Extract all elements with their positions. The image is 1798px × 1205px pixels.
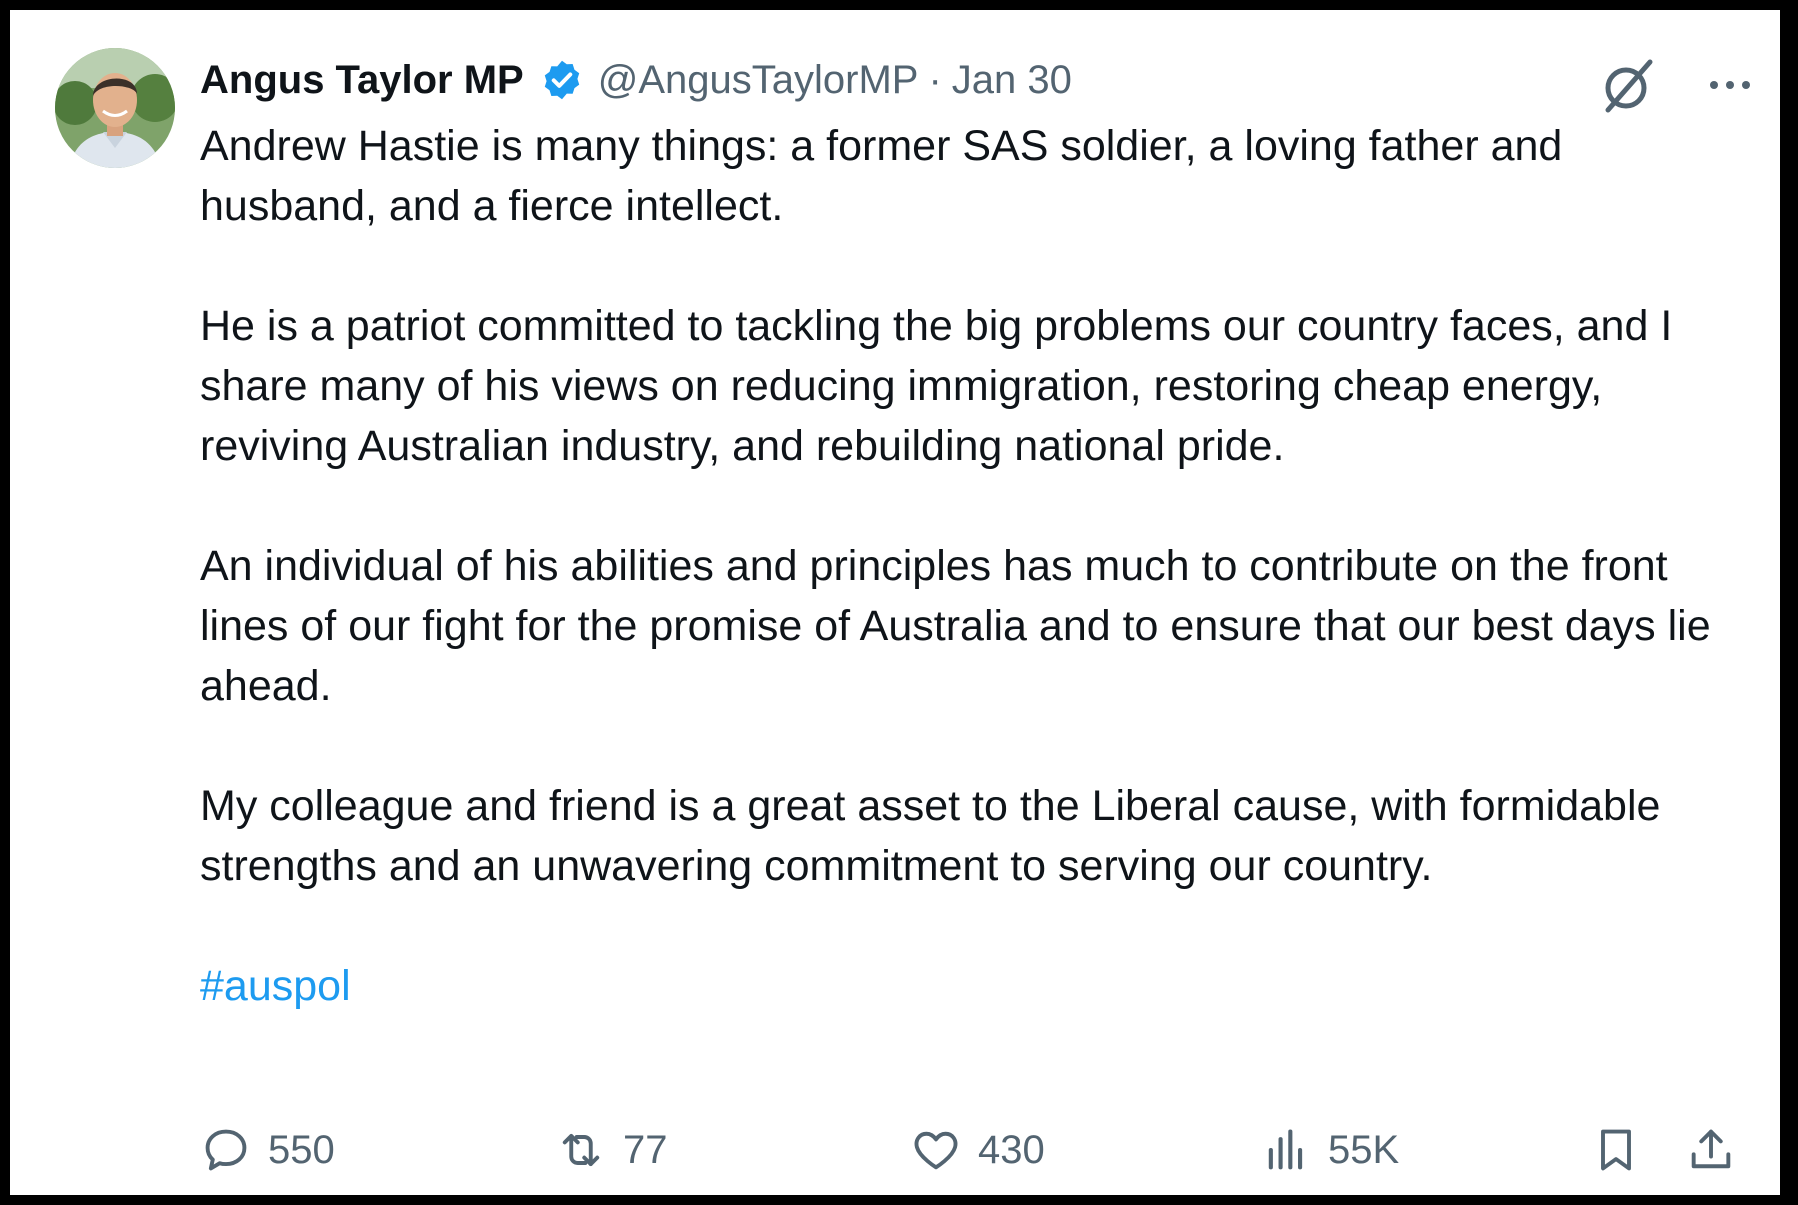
action-bar: 550 77 430 55K (200, 1115, 1760, 1185)
like-button[interactable]: 430 (910, 1115, 1045, 1185)
share-button[interactable] (1685, 1115, 1737, 1185)
reply-icon (205, 1129, 247, 1171)
post-date[interactable]: Jan 30 (952, 52, 1072, 108)
tweet-paragraph: My colleague and friend is a great asset… (200, 782, 1661, 890)
views-button[interactable]: 55K (1260, 1115, 1399, 1185)
like-count: 430 (978, 1127, 1045, 1172)
tweet-card: Angus Taylor MP @AngusTaylorMP · Jan 30 … (10, 10, 1780, 1195)
repost-count: 77 (623, 1127, 668, 1172)
bookmark-button[interactable] (1590, 1115, 1642, 1185)
bookmark-icon (1601, 1129, 1631, 1171)
author-handle[interactable]: @AngusTaylorMP (598, 52, 919, 108)
share-icon (1691, 1129, 1731, 1169)
tweet-header: Angus Taylor MP @AngusTaylorMP · Jan 30 (200, 52, 1072, 108)
repost-button[interactable]: 77 (555, 1115, 668, 1185)
views-icon (1268, 1129, 1303, 1170)
repost-icon (562, 1133, 600, 1167)
more-icon[interactable] (1700, 60, 1760, 110)
avatar[interactable] (55, 48, 175, 168)
hashtag-link[interactable]: #auspol (200, 962, 351, 1010)
grok-icon[interactable] (1596, 54, 1660, 118)
tweet-text: Andrew Hastie is many things: a former S… (200, 116, 1720, 1076)
reply-button[interactable]: 550 (200, 1115, 335, 1185)
tweet-paragraph: Andrew Hastie is many things: a former S… (200, 122, 1563, 230)
verified-badge-icon[interactable] (540, 58, 584, 102)
tweet-paragraph: He is a patriot committed to tackling th… (200, 302, 1673, 470)
views-count: 55K (1328, 1127, 1400, 1172)
author-name[interactable]: Angus Taylor MP (200, 52, 524, 108)
reply-count: 550 (268, 1127, 335, 1172)
tweet-paragraph: An individual of his abilities and princ… (200, 542, 1711, 710)
heart-icon (914, 1131, 958, 1170)
separator-dot: · (928, 58, 942, 102)
